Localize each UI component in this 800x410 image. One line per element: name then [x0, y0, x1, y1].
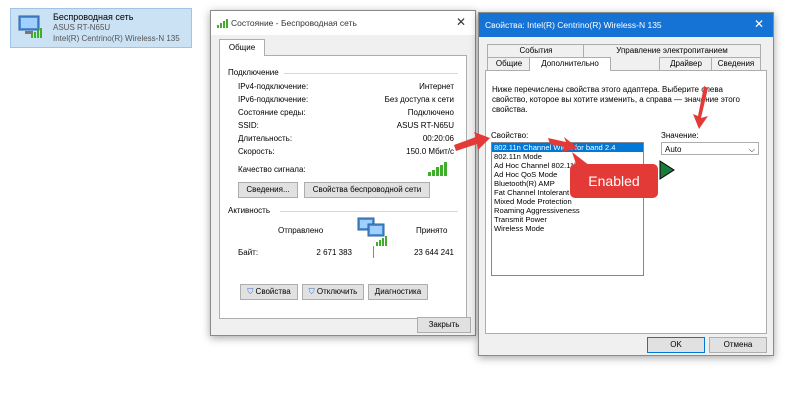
value-dropdown[interactable]: Auto ⌵ — [661, 142, 759, 155]
properties-button-label: Свойства — [255, 287, 291, 296]
divider — [284, 73, 458, 74]
list-item[interactable]: Transmit Power — [492, 215, 643, 224]
divider — [373, 246, 374, 258]
media-state-value: Подключено — [407, 108, 454, 117]
ipv4-label: IPv4-подключение: — [238, 82, 309, 91]
properties-title: Свойства: Intel(R) Centrino(R) Wireless-… — [485, 20, 662, 30]
signal-icon — [217, 19, 228, 28]
sent-label: Отправлено — [278, 226, 324, 235]
tab-details[interactable]: Сведения — [711, 57, 761, 70]
list-item[interactable]: Wireless Mode — [492, 224, 643, 233]
bytes-sent-value: 2 671 383 — [316, 248, 352, 257]
speed-label: Скорость: — [238, 147, 275, 156]
status-titlebar[interactable]: Состояние - Беспроводная сеть ✕ — [211, 11, 475, 35]
signal-strength-icon — [428, 162, 448, 176]
close-button[interactable]: Закрыть — [417, 317, 471, 333]
tab-general[interactable]: Общие — [219, 39, 265, 56]
ssid-value: ASUS RT-N65U — [396, 121, 454, 130]
network-name: Беспроводная сеть — [53, 12, 134, 22]
tab-general[interactable]: Общие — [487, 57, 531, 70]
ipv4-value: Интернет — [419, 82, 454, 91]
ok-button[interactable]: OK — [647, 337, 705, 353]
tab-events[interactable]: События — [487, 44, 585, 57]
ipv6-label: IPv6-подключение: — [238, 95, 309, 104]
annotation-arrow-icon — [454, 132, 490, 151]
tab-advanced[interactable]: Дополнительно — [529, 57, 611, 71]
divider — [280, 211, 458, 212]
enabled-annotation: Enabled — [570, 164, 658, 198]
duration-label: Длительность: — [238, 134, 293, 143]
signal-bar — [432, 170, 435, 176]
chevron-down-icon: ⌵ — [748, 145, 755, 154]
status-panel: Подключение IPv4-подключение: Интернет I… — [219, 55, 467, 319]
network-ssid: ASUS RT-N65U — [53, 23, 111, 32]
signal-bar — [428, 172, 431, 176]
value-dropdown-text: Auto — [665, 145, 682, 154]
tab-power-management[interactable]: Управление электропитанием — [583, 44, 761, 57]
signal-bar — [444, 162, 447, 176]
wireless-computer-icon — [18, 15, 42, 38]
network-activity-icon — [357, 217, 387, 246]
wireless-properties-button[interactable]: Свойства беспроводной сети — [304, 182, 430, 198]
play-arrow-icon — [659, 160, 675, 180]
media-state-label: Состояние среды: — [238, 108, 306, 117]
activity-header: Активность — [228, 206, 271, 215]
list-item[interactable]: Roaming Aggressiveness — [492, 206, 643, 215]
status-title: Состояние - Беспроводная сеть — [231, 18, 357, 28]
shield-icon: ⛉ — [308, 287, 315, 296]
tab-driver[interactable]: Драйвер — [659, 57, 713, 70]
network-adapter: Intel(R) Centrino(R) Wireless-N 135 — [53, 34, 180, 43]
speed-value: 150.0 Мбит/с — [406, 147, 454, 156]
network-tile[interactable]: Беспроводная сеть ASUS RT-N65U Intel(R) … — [10, 8, 192, 48]
annotation-arrow-icon — [693, 86, 708, 129]
list-item[interactable]: Mixed Mode Protection — [492, 197, 643, 206]
property-label: Свойство: — [491, 131, 529, 140]
close-icon[interactable]: ✕ — [453, 14, 469, 30]
signal-bar — [436, 167, 439, 176]
properties-button[interactable]: ⛉ Свойства — [240, 284, 298, 300]
cancel-button[interactable]: Отмена — [709, 337, 767, 353]
bytes-received-value: 23 644 241 — [413, 248, 454, 257]
status-window: Состояние - Беспроводная сеть ✕ Общие По… — [210, 10, 476, 336]
ssid-label: SSID: — [238, 121, 259, 130]
properties-titlebar[interactable]: Свойства: Intel(R) Centrino(R) Wireless-… — [479, 13, 773, 37]
signal-quality-label: Качество сигнала: — [238, 165, 306, 174]
received-label: Принято — [416, 226, 448, 235]
disable-button[interactable]: ⛉ Отключить — [302, 284, 364, 300]
diagnose-button[interactable]: Диагностика — [368, 284, 428, 300]
ipv6-value: Без доступа к сети — [384, 95, 454, 104]
bytes-label: Байт: — [238, 248, 259, 257]
close-icon[interactable]: ✕ — [751, 16, 767, 32]
disable-button-label: Отключить — [316, 287, 358, 296]
advanced-description: Ниже перечислены свойства этого адаптера… — [492, 85, 740, 114]
signal-bar — [440, 165, 443, 176]
shield-icon: ⛉ — [247, 287, 254, 296]
details-button[interactable]: Сведения... — [238, 182, 298, 198]
value-label: Значение: — [661, 131, 699, 140]
duration-value: 00:20:06 — [422, 134, 454, 143]
advanced-panel: Ниже перечислены свойства этого адаптера… — [485, 70, 767, 334]
connection-header: Подключение — [228, 68, 279, 77]
